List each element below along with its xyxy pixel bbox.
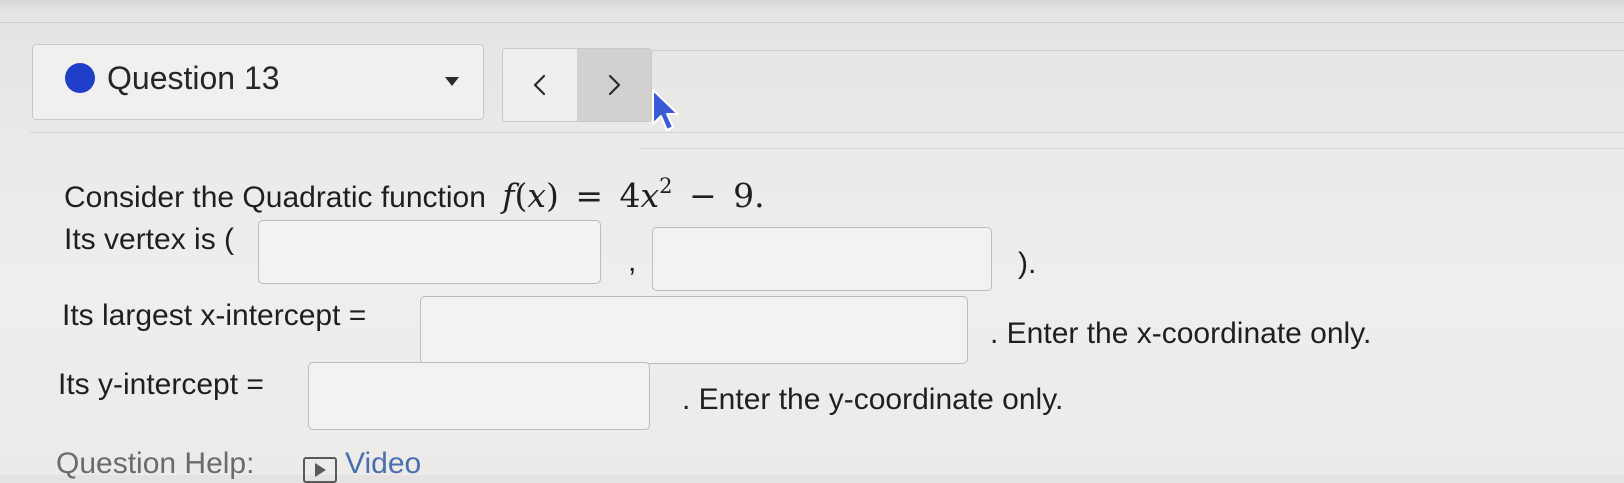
x-intercept-label: Its largest x-intercept = [62, 299, 367, 332]
top-edge [0, 0, 1624, 10]
vertex-suffix: ). [1018, 247, 1037, 280]
x-intercept-hint: . Enter the x-coordinate only. [990, 317, 1372, 350]
vertex-label: Its vertex is ( [64, 223, 235, 256]
vertex-separator: , [628, 245, 637, 278]
question-selector[interactable]: Question 13 [32, 44, 484, 120]
vertex-y-input[interactable] [652, 227, 992, 291]
vertex-x-input[interactable] [258, 220, 601, 284]
content-divider-right [640, 148, 1624, 149]
function-expression: f(x) = 4x2 − 9. [502, 174, 765, 215]
header-divider-right [630, 50, 1624, 51]
question-status-dot [65, 63, 95, 93]
y-intercept-label: Its y-intercept = [58, 368, 264, 401]
header-divider [0, 22, 1624, 23]
content-divider [30, 132, 1624, 133]
video-help-link[interactable]: Video [303, 446, 422, 483]
question-navigation [502, 48, 652, 122]
next-question-button[interactable] [577, 49, 651, 121]
y-intercept-input[interactable] [308, 362, 650, 430]
mouse-pointer-icon [651, 88, 681, 137]
x-intercept-input[interactable] [420, 296, 968, 364]
chevron-left-icon [533, 74, 546, 96]
y-intercept-hint: . Enter the y-coordinate only. [682, 383, 1064, 416]
question-intro: Consider the Quadratic function [64, 181, 486, 214]
question-statement: Consider the Quadratic function f(x) = 4… [64, 170, 765, 216]
question-help-label: Question Help: [56, 447, 255, 480]
previous-question-button[interactable] [503, 49, 578, 121]
video-link-label: Video [345, 447, 422, 480]
video-icon [303, 457, 337, 483]
chevron-right-icon [608, 74, 621, 96]
caret-down-icon [445, 77, 459, 86]
question-label: Question 13 [107, 60, 280, 96]
